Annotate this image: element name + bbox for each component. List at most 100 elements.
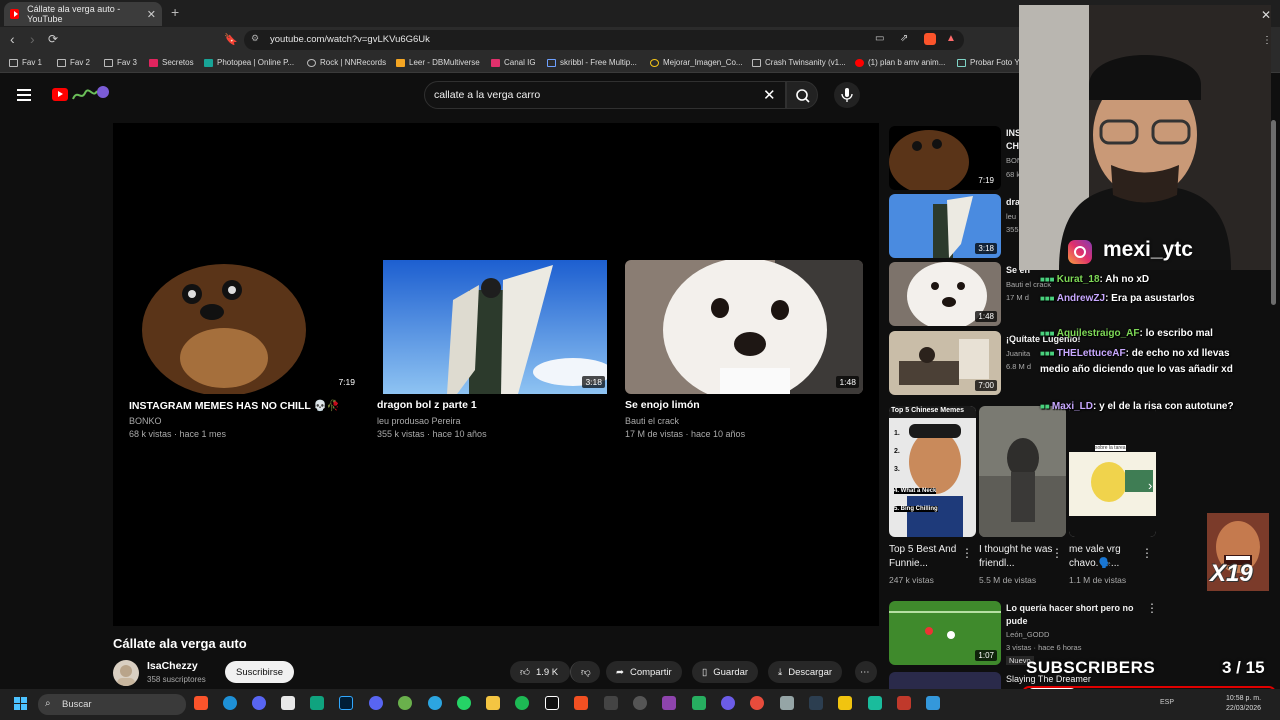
shorts-next-icon[interactable]: › (1148, 478, 1152, 493)
bookmark-dbmultiverse[interactable]: Leer - DBMultiverse (396, 58, 480, 67)
app-icon[interactable] (897, 696, 911, 710)
channel-name[interactable]: IsaChezzy (147, 660, 198, 672)
discord-icon[interactable] (369, 696, 383, 710)
scrollbar[interactable] (1271, 120, 1276, 305)
short-title[interactable]: me vale vrg chavo.🗣️... (1069, 543, 1144, 571)
photoshop-icon[interactable] (339, 696, 353, 710)
forward-icon[interactable]: › (30, 31, 35, 47)
dislike-button[interactable]: 👎︎ (570, 661, 600, 683)
taskbar-search-input[interactable] (38, 694, 186, 715)
share-page-icon[interactable]: ⇗ (900, 33, 908, 44)
youtube-logo-icon[interactable] (52, 88, 68, 101)
share-button[interactable]: ➦ Compartir (606, 661, 682, 683)
brave-icon[interactable] (194, 696, 208, 710)
system-clock[interactable]: 10:58 p. m. 22/03/2026 (1226, 694, 1261, 714)
app-icon[interactable] (926, 696, 940, 710)
folder-icon[interactable] (486, 696, 500, 710)
save-button[interactable]: ▯ Guardar (692, 661, 759, 683)
short-card-2[interactable] (979, 406, 1066, 537)
capcut-icon[interactable] (545, 696, 559, 710)
edge-icon[interactable] (223, 696, 237, 710)
reload-icon[interactable]: ⟳ (48, 32, 58, 46)
app-icon[interactable] (838, 696, 852, 710)
app-icon[interactable] (721, 696, 735, 710)
more-vertical-icon[interactable]: ⋮ (1051, 546, 1063, 560)
search-button[interactable] (786, 81, 818, 109)
short-title[interactable]: Top 5 Best And Funnie... (889, 543, 964, 571)
endscreen-title[interactable]: INSTAGRAM MEMES HAS NO CHILL 💀🥀 (129, 399, 340, 412)
bookmark-canal-ig[interactable]: Canal IG (491, 58, 536, 67)
subscribe-button[interactable]: Suscribirse (225, 661, 294, 683)
short-card-3[interactable]: sobre la tarea (1069, 406, 1156, 537)
app-icon[interactable] (398, 696, 412, 710)
app-icon[interactable] (281, 696, 295, 710)
cast-icon[interactable]: ▭ (875, 33, 884, 44)
endscreen-title[interactable]: Se enojo limón (625, 399, 700, 411)
app-icon[interactable] (662, 696, 676, 710)
endscreen-channel: Bauti el crack (625, 416, 680, 426)
bookmark-probar-foto[interactable]: Probar Foto Y (957, 58, 1020, 67)
app-icon[interactable] (310, 696, 324, 710)
sidebar-thumb-6[interactable] (889, 672, 1001, 689)
more-vertical-icon[interactable]: ⋮ (1146, 601, 1158, 615)
bookmark-secretos[interactable]: Secretos (149, 58, 194, 67)
endscreen-card-1[interactable]: 7:19 (128, 260, 360, 394)
sidebar-video-title[interactable]: Lo quería hacer short pero no pude (1006, 602, 1146, 628)
language-indicator[interactable]: ESP (1160, 699, 1174, 706)
close-tab-icon[interactable]: ✕ (147, 8, 156, 21)
telegram-icon[interactable] (428, 696, 442, 710)
site-info-icon[interactable]: ⚙ (251, 33, 259, 44)
voice-search-button[interactable] (834, 82, 860, 108)
bookmark-plan-b[interactable]: (1) plan b amv anim... (855, 58, 945, 67)
brave-shield-icon[interactable] (924, 33, 936, 45)
clear-search-icon[interactable]: ✕ (763, 86, 776, 104)
youtube-doodle-icon[interactable] (71, 85, 111, 103)
sidebar-thumb-2[interactable]: 3:18 (889, 194, 1001, 258)
sidebar-video-title[interactable]: CH (1006, 141, 1019, 151)
app-icon[interactable] (692, 696, 706, 710)
endscreen-title[interactable]: dragon bol z parte 1 (377, 399, 477, 411)
bookmark-icon[interactable]: 🔖 (224, 33, 238, 46)
brave-rewards-icon[interactable]: ▲ (946, 33, 956, 44)
more-vertical-icon[interactable]: ⋮ (1141, 546, 1153, 560)
short-title[interactable]: I thought he was friendl... (979, 543, 1054, 571)
sidebar-thumb-4[interactable]: 7:00 (889, 331, 1001, 395)
app-icon[interactable] (252, 696, 266, 710)
obs-icon[interactable] (633, 696, 647, 710)
back-icon[interactable]: ‹ (10, 31, 15, 47)
endscreen-card-2[interactable]: 3:18 (383, 260, 607, 394)
more-vertical-icon[interactable]: ⋮ (1262, 35, 1272, 46)
bookmark-skribbl[interactable]: skribbl - Free Multip... (547, 58, 637, 67)
close-icon[interactable]: ✕ (1261, 8, 1271, 22)
sidebar-thumb-5[interactable]: 1:07 (889, 601, 1001, 665)
bookmark-fav1[interactable]: Fav 1 (9, 58, 42, 67)
short-card-1[interactable]: Top 5 Chinese Memes 1. 2. 3. 4. What a N… (889, 406, 976, 537)
bookmark-mejorar[interactable]: Mejorar_Imagen_Co... (650, 58, 743, 67)
download-button[interactable]: ⤓ Descargar (768, 661, 843, 683)
browser-tab[interactable]: Cállate ala verga auto - YouTube ✕ (4, 2, 162, 26)
bookmark-fav2[interactable]: Fav 2 (57, 58, 90, 67)
endscreen-card-3[interactable]: 1:48 (625, 260, 863, 394)
sidebar-thumb-3[interactable]: 1:48 (889, 262, 1001, 326)
menu-icon[interactable] (17, 89, 31, 101)
sidebar-video-title[interactable]: dra (1006, 197, 1020, 207)
more-actions-button[interactable]: ⋯ (855, 661, 877, 683)
app-icon[interactable] (780, 696, 794, 710)
bookmark-crash[interactable]: Crash Twinsanity (v1... (752, 58, 846, 67)
app-icon[interactable] (809, 696, 823, 710)
sidebar-thumb-1[interactable]: 7:19 (889, 126, 1001, 190)
whatsapp-icon[interactable] (457, 696, 471, 710)
windows-start-icon[interactable] (14, 697, 28, 711)
app-icon[interactable] (868, 696, 882, 710)
app-icon[interactable] (604, 696, 618, 710)
more-vertical-icon[interactable]: ⋮ (961, 546, 973, 560)
app-icon[interactable] (750, 696, 764, 710)
bookmark-photopea[interactable]: Photopea | Online P... (204, 58, 294, 67)
new-tab-icon[interactable]: + (171, 4, 179, 20)
bookmark-rock[interactable]: Rock | NNRecords (307, 58, 386, 67)
like-button[interactable]: 👍︎ 1.9 K (510, 661, 570, 683)
app-icon[interactable] (515, 696, 529, 710)
bookmark-fav3[interactable]: Fav 3 (104, 58, 137, 67)
app-icon[interactable] (574, 696, 588, 710)
channel-avatar[interactable] (113, 660, 139, 686)
